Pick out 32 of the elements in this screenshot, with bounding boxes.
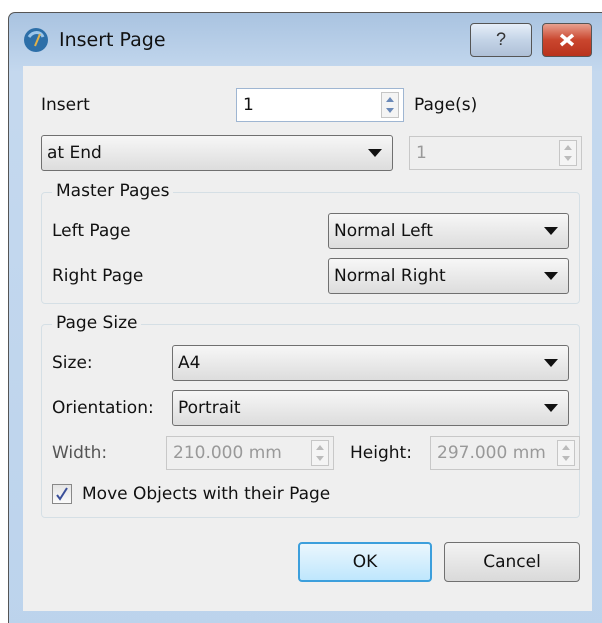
group-title: Master Pages [52, 181, 174, 201]
field-label: Orientation: [52, 398, 155, 418]
caret-icon [368, 149, 382, 157]
field-label: Width: [52, 443, 108, 463]
field-label: Size: [52, 353, 94, 373]
caret-icon [544, 404, 558, 412]
globe-icon [23, 26, 49, 52]
dropdown[interactable]: Portrait [172, 390, 569, 426]
dropdown[interactable]: at End [41, 135, 393, 171]
caret-icon [544, 359, 558, 367]
window-title: Insert Page [59, 28, 167, 50]
dropdown[interactable]: Normal Right [328, 258, 569, 294]
spin-arrows-icon[interactable] [381, 92, 399, 118]
dropdown[interactable]: Normal Left [328, 213, 569, 249]
caret-icon [544, 227, 558, 235]
field-label: Page(s) [414, 95, 478, 115]
group-title: Page Size [52, 313, 142, 333]
field-label: Right Page [52, 266, 144, 286]
dropdown[interactable]: A4 [172, 345, 569, 381]
dialog-button[interactable]: OK [298, 542, 432, 582]
field-label: Insert [41, 95, 91, 115]
help-button[interactable]: ? [470, 22, 532, 56]
close-icon [558, 32, 576, 46]
check-icon [56, 487, 68, 501]
dialog-button[interactable]: Cancel [444, 542, 580, 582]
caret-icon [544, 272, 558, 280]
field-label: Height: [349, 443, 413, 463]
close-button[interactable] [542, 22, 592, 56]
field-label: Left Page [52, 221, 132, 241]
checkbox[interactable] [52, 484, 72, 504]
pages-spinbox[interactable]: 1 [236, 88, 404, 122]
checkbox-label: Move Objects with their Page [82, 484, 330, 504]
